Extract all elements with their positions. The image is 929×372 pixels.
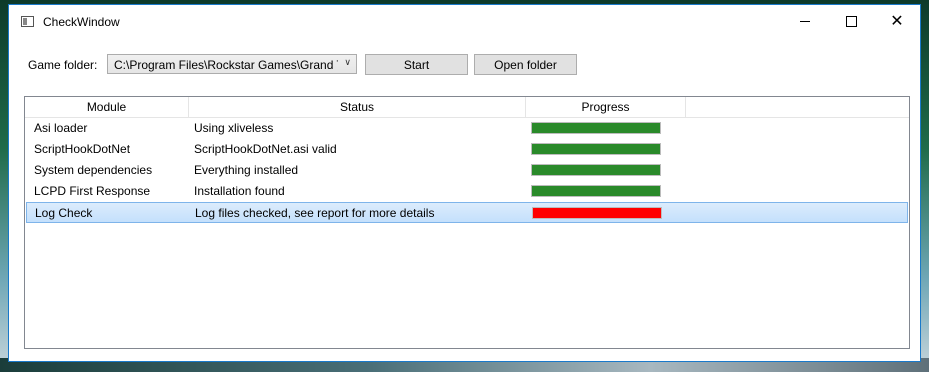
progress-bar-fill (533, 208, 661, 218)
status-cell: ScriptHookDotNet.asi valid (194, 142, 337, 156)
status-cell: Installation found (194, 184, 285, 198)
list-header: Module Status Progress (25, 97, 909, 118)
progress-bar (531, 122, 661, 134)
minimize-button[interactable] (782, 5, 828, 38)
column-header-status[interactable]: Status (189, 97, 526, 117)
game-folder-label: Game folder: (28, 58, 98, 72)
table-row[interactable]: Asi loader Using xliveless (26, 118, 908, 139)
progress-bar-fill (532, 144, 660, 154)
chevron-down-icon[interactable]: ∨ (344, 57, 351, 68)
app-icon (21, 16, 34, 27)
column-header-module[interactable]: Module (25, 97, 189, 117)
module-cell: LCPD First Response (34, 184, 151, 198)
table-row[interactable]: ScriptHookDotNet ScriptHookDotNet.asi val… (26, 139, 908, 160)
start-button[interactable]: Start (365, 54, 468, 75)
game-folder-combobox[interactable]: C:\Program Files\Rockstar Games\Grand Th… (107, 54, 357, 74)
close-icon: ✕ (890, 12, 904, 30)
table-row[interactable]: LCPD First Response Installation found (26, 181, 908, 202)
progress-bar-fill (532, 186, 660, 196)
module-cell: Log Check (35, 206, 93, 220)
module-cell: System dependencies (34, 163, 153, 177)
progress-bar (531, 143, 661, 155)
title-bar[interactable]: CheckWindow ✕ (9, 5, 920, 38)
window-title: CheckWindow (43, 15, 120, 29)
maximize-icon (845, 16, 857, 27)
status-cell: Using xliveless (194, 121, 274, 135)
minimize-icon (800, 21, 810, 22)
status-cell: Log files checked, see report for more d… (195, 206, 435, 220)
table-row[interactable]: Log Check Log files checked, see report f… (26, 202, 908, 223)
table-row[interactable]: System dependencies Everything installed (26, 160, 908, 181)
toolbar: Game folder: C:\Program Files\Rockstar G… (9, 53, 920, 77)
progress-bar (531, 185, 661, 197)
module-cell: Asi loader (34, 121, 88, 135)
column-header-progress[interactable]: Progress (526, 97, 686, 117)
module-cell: ScriptHookDotNet (34, 142, 131, 156)
open-folder-button[interactable]: Open folder (474, 54, 577, 75)
maximize-button[interactable] (828, 5, 874, 38)
progress-bar-fill (532, 165, 660, 175)
game-folder-value: C:\Program Files\Rockstar Games\Grand Th… (114, 58, 338, 72)
progress-bar (531, 164, 661, 176)
progress-bar-fill (532, 123, 660, 133)
status-cell: Everything installed (194, 163, 299, 177)
module-list[interactable]: Module Status Progress Asi loader Using x… (24, 96, 910, 349)
check-window: CheckWindow ✕ Game folder: C:\Program Fi… (8, 4, 921, 362)
progress-bar (532, 207, 662, 219)
close-button[interactable]: ✕ (874, 5, 920, 38)
